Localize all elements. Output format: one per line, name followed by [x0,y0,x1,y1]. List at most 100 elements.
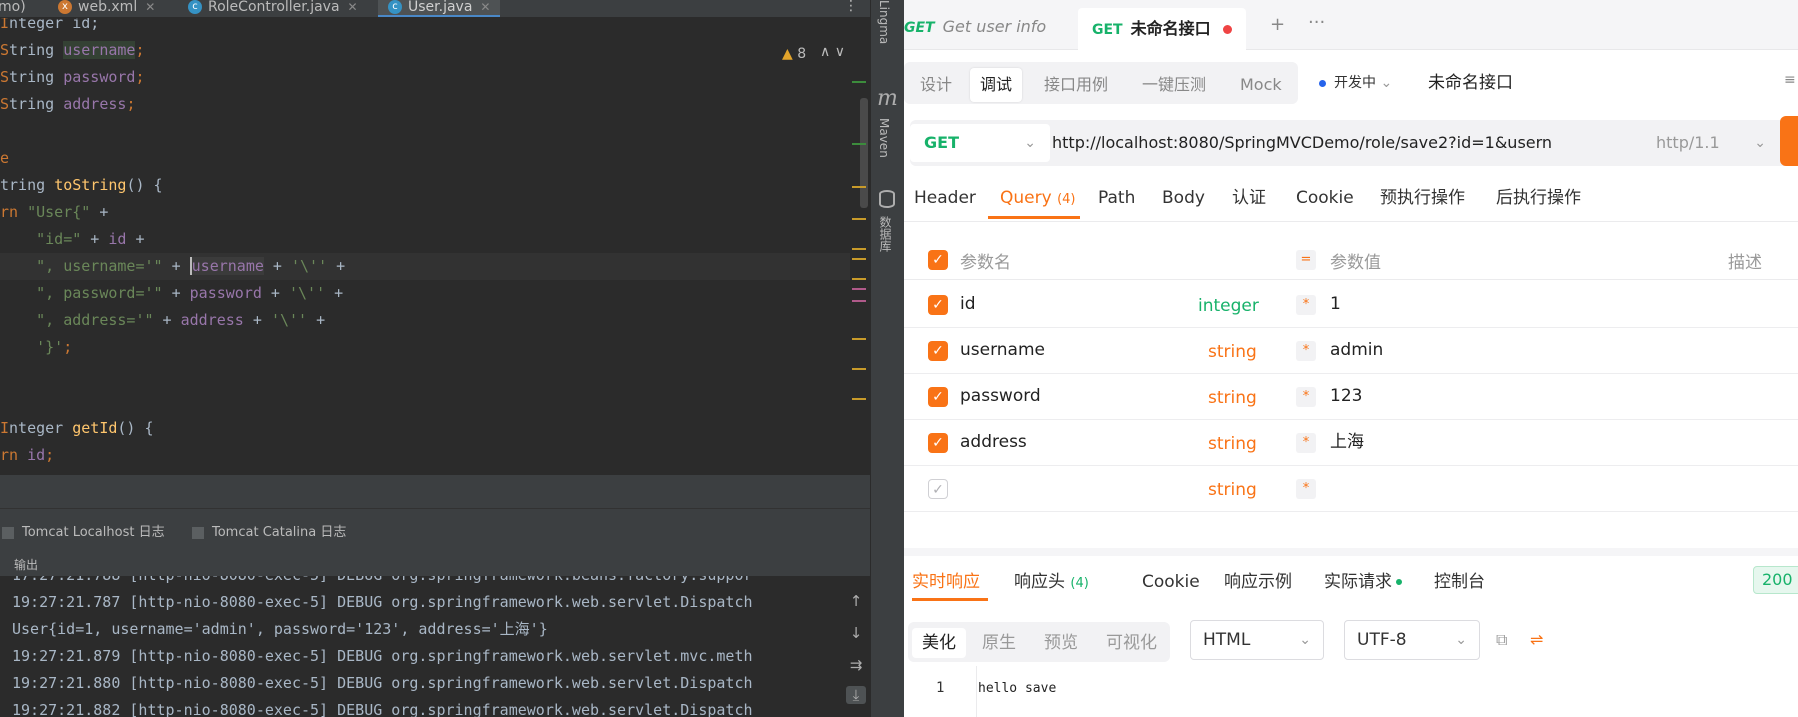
tab-console[interactable]: 控制台 [1434,570,1485,594]
tab-body[interactable]: Body [1162,186,1205,210]
param-checkbox[interactable]: ✓ [928,479,948,499]
code-line: Integer id; [0,18,100,32]
tab-header[interactable]: Header [914,186,976,210]
param-name[interactable]: password [960,384,1041,408]
warning-marker [852,218,866,220]
tab-role-controller[interactable]: c RoleController.java ✕ [188,0,358,17]
param-checkbox[interactable]: ✓ [928,387,948,407]
param-type[interactable]: string [1208,478,1257,502]
param-name[interactable]: id [960,292,976,316]
maven-tool-button[interactable]: Maven [877,118,891,158]
close-icon[interactable]: ✕ [145,0,155,14]
url-input[interactable]: http://localhost:8080/SpringMVCDemo/role… [1052,130,1552,156]
copy-icon[interactable]: ⧉ [1496,630,1507,650]
param-value[interactable]: admin [1330,338,1383,362]
tab-auth[interactable]: 认证 [1232,186,1266,210]
tab-user-java[interactable]: c User.java ✕ [378,0,501,17]
param-type[interactable]: string [1208,340,1257,364]
equals-icon: = [1296,250,1316,270]
line-number: 1 [936,680,945,696]
chevron-down-icon: ⌄ [1754,135,1766,151]
tab-get-user-info[interactable]: GET Get user info [904,12,1046,42]
code-line-current: ", username='" + username + '\'' + [0,253,850,280]
param-name[interactable]: address [960,430,1027,454]
tab-post-processor[interactable]: 后执行操作 [1496,186,1581,210]
inspection-widget[interactable]: ▲ 8 [782,46,806,62]
lingma-tool-button[interactable]: Lingma [877,0,891,44]
response-body[interactable]: hello save [978,681,1056,696]
tab-response-example[interactable]: 响应示例 [1224,570,1292,594]
editor-tab-bar: mo) x web.xml ✕ c RoleController.java ✕ c Use… [0,0,870,18]
code-line: ", address='" + address + '\'' + [36,311,326,329]
tab-unnamed-api[interactable]: GET 未命名接口 [1078,8,1246,50]
more-tabs-button[interactable]: ··· [1308,12,1325,33]
api-name-input[interactable]: 未命名接口 [1428,68,1513,98]
format-pretty[interactable]: 美化 [912,628,966,658]
param-checkbox[interactable]: ✓ [928,341,948,361]
mode-design[interactable]: 设计 [920,68,952,102]
output-title: 输出 [0,548,870,576]
param-name[interactable]: username [960,338,1045,362]
console-line: 19:27:21.879 [http-nio-8080-exec-5] DEBU… [12,647,753,665]
menu-icon[interactable]: ≡ [1784,72,1796,88]
more-tabs-icon[interactable]: ⋮ [844,0,858,14]
format-raw[interactable]: 原生 [982,628,1016,658]
scroll-up-icon[interactable]: ↑ [846,592,866,610]
mode-debug[interactable]: 调试 [970,68,1023,102]
tab-actual-request[interactable]: 实际请求 [1324,570,1402,594]
send-button[interactable] [1780,116,1798,166]
table-row: ✓ id integer * 1 [904,282,1798,328]
mode-test-case[interactable]: 接口用例 [1044,68,1108,102]
tab-path[interactable]: Path [1098,186,1135,210]
param-value[interactable]: 123 [1330,384,1362,408]
code-line: rn "User{" + [0,203,109,221]
select-all-checkbox[interactable]: ✓ [928,250,948,270]
code-line: e [0,149,10,167]
chevron-down-icon: ⌄ [1299,632,1311,648]
code-line: String address; [0,95,136,113]
tab-cookie[interactable]: Cookie [1296,186,1354,210]
param-type[interactable]: string [1208,432,1257,456]
wrap-icon[interactable]: ⇌ [1530,630,1543,649]
tab-query[interactable]: Query (4) [1000,186,1076,212]
param-value[interactable]: 1 [1330,292,1341,316]
warning-marker [852,278,866,280]
param-type[interactable]: integer [1198,294,1259,318]
tab-pre-processor[interactable]: 预执行操作 [1380,186,1465,210]
mode-load-test[interactable]: 一键压测 [1142,68,1206,102]
format-visualize[interactable]: 可视化 [1106,628,1157,658]
environment-select[interactable]: 开发中 ⌄ [1319,70,1392,96]
usage-marker [852,300,866,302]
param-checkbox[interactable]: ✓ [928,433,948,453]
tab-web-xml[interactable]: x web.xml ✕ [58,0,155,17]
console-output[interactable]: 17:27:21.788 [http-nio-8080-exec-5] DEBU… [0,576,840,717]
content-type-select[interactable]: HTML ⌄ [1190,620,1324,660]
code-editor[interactable]: Integer id; String username; String pass… [0,18,870,474]
param-value-header: 参数值 [1330,253,1381,273]
editor-scrollbar[interactable] [860,98,868,208]
protocol-select[interactable]: http/1.1 ⌄ [1656,124,1780,162]
param-type[interactable]: string [1208,386,1257,410]
tab-live-response[interactable]: 实时响应 [912,570,980,594]
response-panel: 实时响应 响应头 (4) Cookie 响应示例 实际请求 控制台 200 美化… [904,548,1798,717]
scroll-down-icon[interactable]: ↓ [846,624,866,642]
tab-tomcat-catalina-log[interactable]: Tomcat Catalina 日志 [192,521,346,540]
close-icon[interactable]: ✕ [348,0,358,14]
scroll-to-end-icon[interactable]: ⤓ [846,686,866,704]
tab-module[interactable]: mo) [0,0,26,17]
tab-response-cookie[interactable]: Cookie [1142,570,1200,594]
tab-tomcat-localhost-log[interactable]: Tomcat Localhost 日志 [2,521,165,540]
method-select[interactable]: GET ⌄ [910,124,1050,162]
new-tab-button[interactable]: + [1270,14,1285,35]
code-line: '}'; [36,338,73,356]
format-preview[interactable]: 预览 [1044,628,1078,658]
mode-mock[interactable]: Mock [1240,68,1282,102]
tab-response-headers[interactable]: 响应头 (4) [1014,570,1089,596]
param-value[interactable]: 上海 [1330,430,1364,454]
soft-wrap-icon[interactable]: ⇉ [846,656,866,674]
charset-select[interactable]: UTF-8 ⌄ [1344,620,1480,660]
database-tool-button[interactable]: 数据库 [877,216,894,252]
close-icon[interactable]: ✕ [480,0,490,14]
param-checkbox[interactable]: ✓ [928,295,948,315]
inspection-nav[interactable]: ∧ ∨ [820,44,845,60]
